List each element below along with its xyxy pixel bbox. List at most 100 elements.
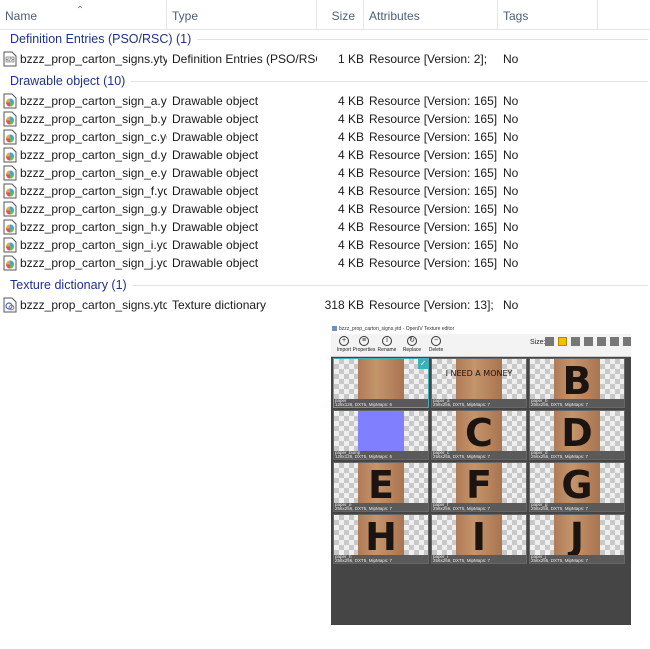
column-attributes[interactable]: Attributes bbox=[364, 0, 498, 30]
file-tags: No bbox=[503, 166, 519, 180]
file-type: Drawable object bbox=[172, 130, 259, 144]
checker-background: J bbox=[530, 515, 624, 559]
replace-button[interactable]: ↻ Replace bbox=[399, 335, 425, 356]
file-type: Drawable object bbox=[172, 238, 259, 252]
file-name: bzzz_prop_carton_sign_h.ydr bbox=[20, 220, 167, 234]
file-tags: No bbox=[503, 220, 519, 234]
properties-label: Properties bbox=[352, 347, 376, 353]
texture-tile[interactable]: Gpaper_g 256x256, DXT5, MipMaps: 7 bbox=[529, 462, 625, 512]
texture-label: F bbox=[466, 463, 492, 507]
texture-info: 256x256, DXT5, MipMaps: 7 bbox=[531, 506, 589, 511]
checker-background: I bbox=[432, 515, 526, 559]
ydr-file-icon bbox=[3, 129, 17, 145]
rename-button[interactable]: i Rename bbox=[374, 335, 400, 356]
checker-background: C bbox=[432, 411, 526, 455]
texture-caption: paper_c 256x256, DXT5, MipMaps: 7 bbox=[432, 451, 526, 459]
size-option-2[interactable] bbox=[558, 337, 567, 346]
column-header: Name ⌃ Type Size Attributes Tags bbox=[0, 0, 650, 30]
file-tags: No bbox=[503, 112, 519, 126]
size-option-5[interactable] bbox=[597, 337, 606, 346]
size-option-4[interactable] bbox=[584, 337, 593, 346]
column-tags[interactable]: Tags bbox=[498, 0, 598, 30]
checker-background: E bbox=[334, 463, 428, 507]
svg-text:</>: </> bbox=[6, 57, 14, 62]
size-option-6[interactable] bbox=[610, 337, 619, 346]
checker-background: H bbox=[334, 515, 428, 559]
texture-tile[interactable]: Bpaper_b 256x256, DXT5, MipMaps: 7 bbox=[529, 358, 625, 408]
file-row[interactable]: bzzz_prop_carton_sign_i.ydr Drawable obje… bbox=[0, 236, 650, 254]
file-attributes: Resource [Version: 165]; bbox=[369, 112, 498, 126]
texture-info: 256x256, DXT5, MipMaps: 7 bbox=[335, 506, 393, 511]
file-tags: No bbox=[503, 256, 519, 270]
file-name: bzzz_prop_carton_sign_g.ydr bbox=[20, 202, 167, 216]
ydr-file-icon bbox=[3, 237, 17, 253]
texture-caption: paper_a 256x256, DXT5, MipMaps: 7 bbox=[432, 399, 526, 407]
texture-tile[interactable]: Ipaper_i 256x256, DXT5, MipMaps: 7 bbox=[431, 514, 527, 564]
delete-button[interactable]: − Delete bbox=[423, 335, 449, 356]
size-option-1[interactable] bbox=[545, 337, 554, 346]
file-row[interactable]: bzzz_prop_carton_sign_j.ydr Drawable obje… bbox=[0, 254, 650, 272]
rename-label: Rename bbox=[377, 347, 397, 353]
texture-tile[interactable]: Fpaper_f 256x256, DXT5, MipMaps: 7 bbox=[431, 462, 527, 512]
texture-tile[interactable]: paper 128x128, DXT5, MipMaps: 6 ✓ bbox=[333, 358, 429, 408]
texture-info: 256x256, DXT5, MipMaps: 7 bbox=[433, 402, 491, 407]
file-size: 4 KB bbox=[337, 238, 364, 252]
ydr-file-icon bbox=[3, 165, 17, 181]
column-size[interactable]: Size bbox=[317, 0, 364, 30]
texture-label: I bbox=[471, 515, 487, 559]
file-row[interactable]: bzzz_prop_carton_sign_b.ydr Drawable obje… bbox=[0, 110, 650, 128]
file-row[interactable]: bzzz_prop_carton_sign_h.ydr Drawable obje… bbox=[0, 218, 650, 236]
app-icon bbox=[332, 326, 337, 331]
texture-caption: paper_bump 128x128, DXT5, MipMaps: 6 bbox=[334, 451, 428, 459]
file-row[interactable]: bzzz_prop_carton_sign_c.ydr Drawable obje… bbox=[0, 128, 650, 146]
size-option-3[interactable] bbox=[571, 337, 580, 346]
file-size: 1 KB bbox=[337, 52, 364, 66]
ydr-file-icon bbox=[3, 183, 17, 199]
file-tags: No bbox=[503, 238, 519, 252]
column-name[interactable]: Name ⌃ bbox=[0, 0, 167, 30]
group-header-definition-entries[interactable]: Definition Entries (PSO/RSC) (1) bbox=[0, 28, 650, 50]
file-size: 4 KB bbox=[337, 184, 364, 198]
texture-label: D bbox=[561, 411, 593, 455]
file-row[interactable]: bzzz_prop_carton_sign_a.ydr Drawable obje… bbox=[0, 92, 650, 110]
texture-label: E bbox=[368, 463, 394, 507]
texture-caption: paper_d 256x256, DXT5, MipMaps: 7 bbox=[530, 451, 624, 459]
file-type: Drawable object bbox=[172, 184, 259, 198]
texture-tile[interactable]: Dpaper_d 256x256, DXT5, MipMaps: 7 bbox=[529, 410, 625, 460]
texture-tile[interactable]: Cpaper_c 256x256, DXT5, MipMaps: 7 bbox=[431, 410, 527, 460]
column-tags-label: Tags bbox=[503, 9, 529, 23]
file-row[interactable]: bzzz_prop_carton_sign_e.ydr Drawable obje… bbox=[0, 164, 650, 182]
file-attributes: Resource [Version: 165]; bbox=[369, 94, 498, 108]
file-row[interactable]: </> bzzz_prop_carton_signs.ytyp Definiti… bbox=[0, 50, 650, 68]
file-size: 4 KB bbox=[337, 148, 364, 162]
texture-tile[interactable]: I NEED A MONEY paper_a 256x256, DXT5, MipM… bbox=[431, 358, 527, 408]
texture-info: 256x256, DXT5, MipMaps: 7 bbox=[433, 506, 491, 511]
file-size: 4 KB bbox=[337, 220, 364, 234]
texture-tile[interactable]: Epaper_e 256x256, DXT5, MipMaps: 7 bbox=[333, 462, 429, 512]
column-type[interactable]: Type bbox=[167, 0, 317, 30]
checker-background: G bbox=[530, 463, 624, 507]
file-row[interactable]: bzzz_prop_carton_sign_g.ydr Drawable obje… bbox=[0, 200, 650, 218]
checker-background: B bbox=[530, 359, 624, 403]
file-row[interactable]: bzzz_prop_carton_signs.ytd Texture dicti… bbox=[0, 296, 650, 314]
group-label: Texture dictionary (1) bbox=[10, 278, 127, 292]
texture-label bbox=[334, 411, 428, 451]
texture-label: G bbox=[561, 463, 593, 507]
minus-icon: − bbox=[431, 336, 441, 346]
texture-info: 256x256, DXT5, MipMaps: 7 bbox=[531, 454, 589, 459]
texture-tile[interactable]: Hpaper_h 256x256, DXT5, MipMaps: 7 bbox=[333, 514, 429, 564]
size-option-7[interactable] bbox=[623, 337, 631, 346]
file-row[interactable]: bzzz_prop_carton_sign_d.ydr Drawable obje… bbox=[0, 146, 650, 164]
file-type: Definition Entries (PSO/RSC) bbox=[172, 52, 317, 66]
group-header-texture-dictionary[interactable]: Texture dictionary (1) bbox=[0, 274, 650, 296]
column-name-label: Name bbox=[5, 9, 38, 23]
texture-tile[interactable]: paper_bump 128x128, DXT5, MipMaps: 6 bbox=[333, 410, 429, 460]
file-size: 4 KB bbox=[337, 112, 364, 126]
ydr-file-icon bbox=[3, 219, 17, 235]
file-name: bzzz_prop_carton_signs.ytd bbox=[20, 298, 167, 312]
checker-background: D bbox=[530, 411, 624, 455]
group-header-drawable-object[interactable]: Drawable object (10) bbox=[0, 70, 650, 92]
texture-tile[interactable]: Jpaper_j 256x256, DXT5, MipMaps: 7 bbox=[529, 514, 625, 564]
texture-caption: paper_j 256x256, DXT5, MipMaps: 7 bbox=[530, 555, 624, 563]
file-row[interactable]: bzzz_prop_carton_sign_f.ydr Drawable obje… bbox=[0, 182, 650, 200]
